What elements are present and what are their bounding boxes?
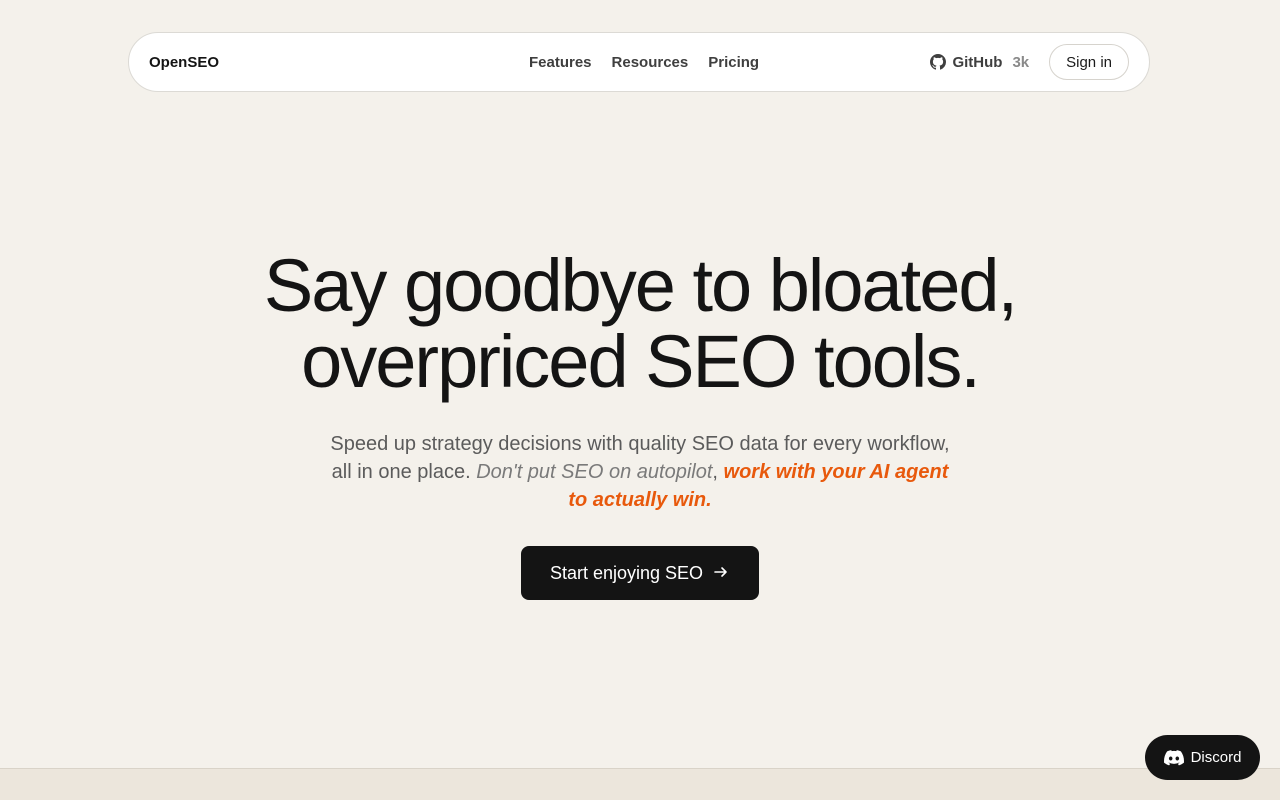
headline-line-2: overpriced SEO tools. [301, 320, 981, 403]
github-icon [930, 54, 947, 70]
hero-subheadline: Speed up strategy decisions with quality… [330, 430, 950, 514]
github-link[interactable]: GitHub 3k [930, 54, 1029, 71]
nav-right: GitHub 3k Sign in [930, 44, 1129, 80]
github-star-count: 3k [1012, 53, 1030, 71]
sub-comma: , [712, 461, 718, 483]
landing-page: OpenSEO Features Resources Pricing GitHu… [0, 0, 1280, 800]
hero-headline: Say goodbye to bloated, overpriced SEO t… [0, 248, 1280, 400]
top-navbar: OpenSEO Features Resources Pricing GitHu… [128, 32, 1150, 92]
nav-link-features[interactable]: Features [529, 54, 592, 71]
headline-line-1: Say goodbye to bloated, [263, 244, 1018, 327]
nav-links: Features Resources Pricing [529, 33, 759, 91]
nav-link-pricing[interactable]: Pricing [708, 54, 759, 71]
nav-link-resources[interactable]: Resources [612, 54, 689, 71]
next-section-edge [0, 768, 1280, 800]
start-enjoying-seo-button[interactable]: Start enjoying SEO [520, 546, 760, 600]
hero-section: Say goodbye to bloated, overpriced SEO t… [0, 248, 1280, 600]
discord-icon [1163, 749, 1184, 766]
github-label: GitHub [952, 53, 1003, 71]
sub-italic-text: Don't put SEO on autopilot [476, 461, 713, 483]
brand-logo[interactable]: OpenSEO [149, 54, 389, 71]
arrow-right-icon [713, 564, 729, 583]
sign-in-button[interactable]: Sign in [1049, 44, 1129, 80]
cta-label: Start enjoying SEO [549, 562, 704, 583]
discord-button[interactable]: Discord [1145, 735, 1260, 780]
discord-label: Discord [1190, 749, 1242, 766]
